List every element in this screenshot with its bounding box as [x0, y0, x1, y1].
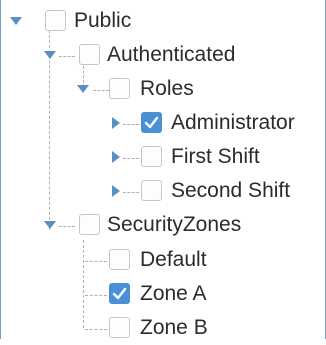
tree-node-label: Authenticated: [107, 43, 236, 66]
tree-node-label: SecurityZones: [107, 213, 242, 236]
checkbox[interactable]: [79, 44, 100, 65]
checkbox[interactable]: [109, 317, 130, 338]
chevron-down-icon[interactable]: [76, 82, 90, 96]
tree-node-label: Default: [140, 248, 207, 271]
tree-node-default[interactable]: Default: [1, 243, 325, 277]
tree-node-label: Public: [74, 9, 132, 32]
checkbox-checked[interactable]: [109, 283, 130, 304]
tree-node-label: Second Shift: [171, 179, 291, 202]
tree-node-public[interactable]: Public: [1, 4, 325, 38]
tree-node-zone-a[interactable]: Zone A: [1, 277, 325, 311]
checkbox[interactable]: [109, 249, 130, 270]
tree-view: Public Authenticated Roles Administrator…: [0, 0, 326, 339]
tree-node-roles[interactable]: Roles: [1, 72, 325, 106]
checkbox[interactable]: [141, 180, 162, 201]
checkbox[interactable]: [79, 214, 100, 235]
tree-node-zone-b[interactable]: Zone B: [1, 311, 325, 345]
tree-node-second-shift[interactable]: Second Shift: [1, 174, 325, 208]
checkbox-checked[interactable]: [141, 112, 162, 133]
tree-node-first-shift[interactable]: First Shift: [1, 140, 325, 174]
tree-node-label: Zone B: [140, 316, 208, 339]
tree-node-label: Roles: [140, 77, 194, 100]
checkbox[interactable]: [109, 78, 130, 99]
tree-node-securityzones[interactable]: SecurityZones: [1, 208, 325, 242]
chevron-right-icon[interactable]: [109, 150, 123, 164]
tree-node-label: First Shift: [171, 145, 260, 168]
chevron-down-icon[interactable]: [43, 218, 57, 232]
checkbox[interactable]: [141, 146, 162, 167]
chevron-down-icon[interactable]: [9, 14, 23, 28]
tree-node-administrator[interactable]: Administrator: [1, 106, 325, 140]
tree-node-label: Administrator: [171, 111, 295, 134]
tree-node-label: Zone A: [140, 282, 207, 305]
chevron-right-icon[interactable]: [109, 184, 123, 198]
chevron-right-icon[interactable]: [109, 116, 123, 130]
chevron-down-icon[interactable]: [43, 48, 57, 62]
tree-node-authenticated[interactable]: Authenticated: [1, 38, 325, 72]
checkbox[interactable]: [45, 10, 66, 31]
